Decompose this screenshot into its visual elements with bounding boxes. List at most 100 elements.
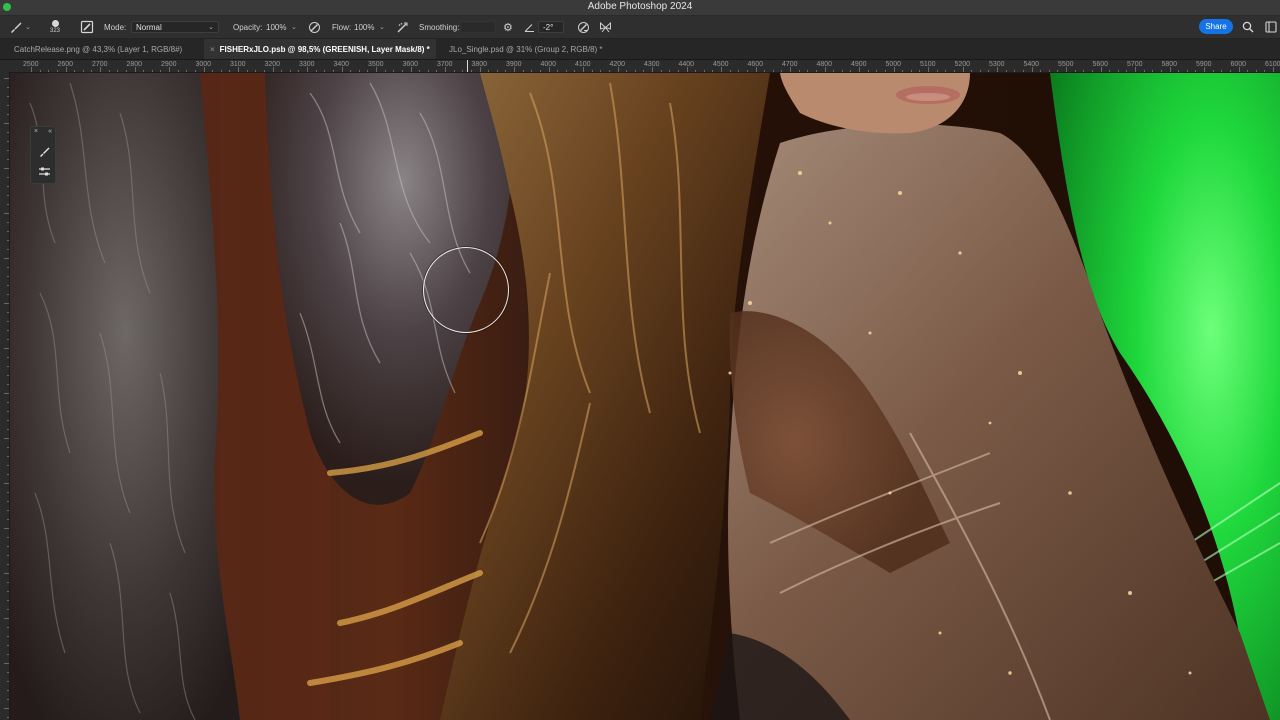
flow-value[interactable]: 100% [354, 16, 374, 38]
ruler-tick [7, 474, 9, 475]
close-icon[interactable]: × [34, 128, 38, 135]
brush-icon [39, 147, 49, 157]
tab-fisherxjlo[interactable]: × FISHERxJLO.psb @ 98,5% (GREENISH, Laye… [204, 39, 436, 59]
ruler-tick [1169, 67, 1171, 72]
ruler-tick [893, 67, 895, 72]
ruler-tick [824, 67, 826, 72]
flow-dropdown-chevron-icon[interactable]: ⌄ [379, 16, 385, 38]
ruler-tick [7, 564, 9, 565]
ruler-tick [65, 67, 67, 72]
ruler-tick [479, 67, 481, 72]
floating-tool-panel: × « [30, 126, 56, 184]
ruler-tick [979, 70, 981, 72]
chevron-down-icon: ⌄ [25, 24, 31, 31]
options-bar: ⌄ 323 Mode: Normal ⌄ Opacity: 100% ⌄ Flo… [0, 16, 1280, 39]
ruler-tick [1091, 70, 1093, 72]
ruler-tick [263, 70, 265, 72]
ruler-tick [4, 123, 9, 124]
search-button[interactable] [1242, 16, 1254, 38]
ruler-tick [1109, 70, 1111, 72]
ruler-tick [427, 70, 429, 72]
tab-label: CatchRelease.png @ 43,3% (Layer 1, RGB/8… [14, 44, 183, 54]
smoothing-settings-button[interactable]: ⚙ [503, 16, 513, 38]
document-canvas[interactable] [10, 73, 1280, 720]
ruler-tick [7, 276, 9, 277]
ruler-tick [358, 70, 360, 72]
collapse-icon[interactable]: « [48, 128, 52, 135]
ruler-tick [393, 70, 395, 72]
brush-tool-button[interactable] [36, 143, 52, 159]
tab-catchrelease[interactable]: CatchRelease.png @ 43,3% (Layer 1, RGB/8… [0, 39, 204, 59]
brush-tip-icon [51, 20, 59, 27]
ruler-tick [194, 70, 196, 72]
ruler-tick [652, 67, 653, 72]
ruler-tick [867, 70, 869, 72]
ruler-tick [4, 213, 9, 214]
ruler-tick [74, 70, 76, 72]
ruler-tick [108, 70, 110, 72]
brush-tool-preset-picker[interactable]: ⌄ [9, 16, 31, 38]
ruler-tick [1083, 70, 1085, 72]
pressure-size-button[interactable] [577, 16, 590, 38]
ruler-tick [738, 70, 740, 72]
brush-size-picker[interactable]: 323 [47, 16, 63, 38]
workspace-button[interactable] [1265, 16, 1277, 38]
ruler-tick [7, 150, 9, 151]
window-title: Adobe Photoshop 2024 [587, 1, 693, 12]
ruler-tick [910, 70, 912, 72]
close-icon[interactable]: × [210, 45, 215, 54]
ruler-tick [7, 555, 9, 556]
brush-settings-button[interactable] [36, 163, 52, 179]
ruler-tick [721, 67, 722, 72]
ruler-tick [850, 70, 852, 72]
ruler-tick [4, 438, 9, 439]
ruler-tick [4, 303, 9, 304]
brush-angle-control[interactable] [524, 16, 535, 38]
ruler-tick [859, 67, 860, 72]
ruler-tick [531, 70, 533, 72]
toggle-brush-settings-button[interactable] [80, 16, 94, 38]
ruler-tick [833, 70, 835, 72]
mode-select[interactable]: Normal ⌄ [131, 21, 219, 33]
ruler-tick [1273, 67, 1274, 72]
tab-label: JLo_Single.psd @ 31% (Group 2, RGB/8) * [449, 44, 603, 54]
horizontal-ruler[interactable]: 2500 2600 2700 2800 2900 3000 3100 3200 3300 3400… [0, 60, 1280, 73]
ruler-tick [151, 70, 153, 72]
symmetry-button[interactable] [599, 16, 612, 38]
tab-jlo-single[interactable]: JLo_Single.psd @ 31% (Group 2, RGB/8) * [436, 39, 636, 59]
ruler-tick [1005, 70, 1007, 72]
ruler-tick [7, 510, 9, 511]
ruler-tick [315, 70, 317, 72]
ruler-tick [7, 546, 9, 547]
ruler-tick [841, 70, 843, 72]
brush-panel-icon [80, 20, 94, 34]
ruler-tick [7, 195, 9, 196]
ruler-tick [7, 681, 9, 682]
ruler-tick [643, 70, 645, 72]
vertical-ruler[interactable] [0, 72, 10, 720]
ruler-tick [807, 70, 809, 72]
ruler-tick [945, 70, 947, 72]
ruler-tick [712, 70, 714, 72]
ruler-tick [729, 70, 731, 72]
brush-cursor [423, 247, 509, 333]
opacity-value[interactable]: 100% [266, 16, 286, 38]
ruler-tick [1229, 70, 1231, 72]
ruler-tick [4, 708, 9, 709]
ruler-tick [1221, 70, 1223, 72]
brush-angle-input[interactable]: -2° [538, 21, 564, 33]
ruler-tick [4, 258, 9, 259]
chevron-down-icon: ⌄ [208, 24, 214, 31]
ruler-tick [7, 321, 9, 322]
smoothing-input[interactable] [460, 21, 496, 33]
pressure-opacity-button[interactable] [308, 16, 321, 38]
ruler-tick [7, 465, 9, 466]
share-button[interactable]: Share [1199, 19, 1233, 34]
ruler-tick [7, 96, 9, 97]
ruler-tick [557, 70, 559, 72]
opacity-dropdown-chevron-icon[interactable]: ⌄ [291, 16, 297, 38]
airbrush-button[interactable] [396, 16, 409, 38]
ruler-tick [608, 70, 610, 72]
ruler-tick [7, 231, 9, 232]
ruler-tick [7, 645, 9, 646]
